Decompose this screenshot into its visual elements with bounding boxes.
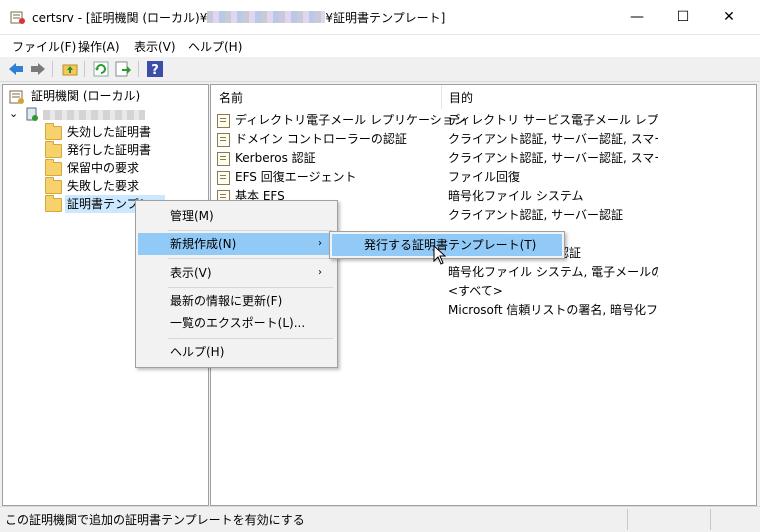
redacted-ca-label — [43, 110, 145, 120]
toolbar: ? — [0, 57, 760, 82]
context-menu: 管理(M) 新規作成(N) › 表示(V) › 最新の情報に更新(F) 一覧のエ… — [135, 200, 338, 368]
menu-separator — [168, 287, 333, 288]
new-submenu: 発行する証明書テンプレート(T) — [329, 231, 565, 259]
submenu-item-issue-template[interactable]: 発行する証明書テンプレート(T) — [332, 234, 562, 256]
column-header-purpose[interactable]: 目的 — [441, 85, 749, 109]
tree-root-label: 証明機関 (ローカル) — [31, 89, 141, 103]
up-folder-icon[interactable] — [61, 60, 79, 78]
certificate-template-icon — [217, 152, 230, 166]
column-header-name[interactable]: 名前 — [211, 85, 441, 109]
back-icon[interactable] — [7, 60, 25, 78]
status-separator — [627, 509, 628, 530]
cell-purpose: 暗号化ファイル システム — [448, 189, 584, 203]
redacted-ca-name — [207, 11, 326, 23]
table-row[interactable]: Kerberos 認証 クライアント認証, サーバー認証, スマート カー... — [211, 149, 756, 168]
menu-separator — [168, 258, 333, 259]
window-title: certsrv - [証明機関 (ローカル)¥ ¥証明書テンプレート] — [32, 9, 445, 26]
context-menu-label: 一覧のエクスポート(L)... — [170, 316, 306, 330]
context-menu-label: ヘルプ(H) — [170, 345, 225, 359]
submenu-label: 発行する証明書テンプレート(T) — [364, 238, 537, 252]
status-bar: この証明機関で追加の証明書テンプレートを有効にする — [0, 506, 760, 532]
status-text: この証明機関で追加の証明書テンプレートを有効にする — [5, 513, 305, 527]
toolbar-separator — [138, 61, 139, 77]
menu-help[interactable]: ヘルプ(H) — [188, 38, 242, 55]
table-row[interactable]: EFS 回復エージェント ファイル回復 — [211, 168, 756, 187]
menu-action[interactable]: 操作(A) — [78, 38, 120, 55]
toolbar-separator — [84, 61, 85, 77]
close-button[interactable]: ✕ — [706, 0, 752, 34]
window-title-suffix: ¥証明書テンプレート] — [325, 11, 446, 25]
help-icon[interactable]: ? — [146, 60, 164, 78]
menu-separator — [168, 338, 333, 339]
context-menu-label: 新規作成(N) — [170, 237, 237, 251]
cell-name: Kerberos 認証 — [235, 151, 316, 165]
cell-purpose: クライアント認証, サーバー認証, スマート カー... — [448, 132, 658, 146]
context-menu-item-new[interactable]: 新規作成(N) › — [138, 233, 335, 255]
menu-view[interactable]: 表示(V) — [134, 38, 176, 55]
context-menu-label: 表示(V) — [170, 266, 212, 280]
minimize-button[interactable]: — — [614, 0, 660, 34]
certsrv-app-icon — [10, 11, 25, 24]
refresh-icon[interactable] — [92, 60, 110, 78]
submenu-arrow-icon: › — [318, 267, 322, 278]
forward-icon[interactable] — [29, 60, 47, 78]
context-menu-item-help[interactable]: ヘルプ(H) — [138, 341, 335, 363]
table-row[interactable]: ドメイン コントローラーの認証 クライアント認証, サーバー認証, スマート カ… — [211, 130, 756, 149]
context-menu-item-refresh[interactable]: 最新の情報に更新(F) — [138, 290, 335, 312]
cell-purpose: Microsoft 信頼リストの署名, 暗号化ファイ... — [448, 303, 658, 317]
context-menu-label: 最新の情報に更新(F) — [170, 294, 283, 308]
folder-icon — [45, 177, 62, 194]
certificate-template-icon — [217, 171, 230, 185]
certificate-authority-icon — [9, 90, 24, 104]
toolbar-separator — [52, 61, 53, 77]
mouse-pointer-icon — [433, 245, 447, 265]
cell-purpose: 暗号化ファイル システム, 電子メールの保護, ... — [448, 265, 658, 279]
cell-purpose: 認証 — [557, 246, 582, 260]
context-menu-item-manage[interactable]: 管理(M) — [138, 205, 335, 227]
cell-purpose: <すべて> — [448, 284, 503, 298]
menu-bar: ファイル(F) 操作(A) 表示(V) ヘルプ(H) — [0, 35, 760, 57]
table-row[interactable]: ディレクトリ電子メール レプリケーション ディレクトリ サービス電子メール レプ… — [211, 111, 756, 130]
cell-name: EFS 回復エージェント — [235, 170, 357, 184]
cell-purpose: ファイル回復 — [448, 170, 521, 184]
tree-item-label: 失敗した要求 — [67, 179, 140, 193]
context-menu-item-view[interactable]: 表示(V) › — [138, 262, 335, 284]
folder-icon — [45, 159, 62, 176]
tree-item-label: 発行した証明書 — [67, 143, 152, 157]
cell-name: ドメイン コントローラーの認証 — [235, 132, 407, 146]
tree-item-label: 保留中の要求 — [67, 161, 140, 175]
context-menu-label: 管理(M) — [170, 209, 214, 223]
maximize-button[interactable]: ☐ — [660, 0, 706, 34]
folder-icon — [45, 195, 62, 212]
chevron-down-icon[interactable]: ⌄ — [9, 105, 18, 123]
submenu-arrow-icon: › — [318, 238, 322, 249]
svg-text:?: ? — [151, 63, 159, 78]
cell-name: ディレクトリ電子メール レプリケーション — [235, 113, 466, 127]
cell-purpose: ディレクトリ サービス電子メール レプリケーション — [448, 113, 658, 127]
tree-item-label: 失効した証明書 — [67, 125, 152, 139]
menu-separator — [168, 230, 333, 231]
export-icon[interactable] — [114, 60, 132, 78]
ca-server-icon — [26, 107, 38, 121]
cell-purpose: クライアント認証, サーバー認証 — [448, 208, 624, 222]
folder-icon — [45, 123, 62, 140]
context-menu-item-export-list[interactable]: 一覧のエクスポート(L)... — [138, 312, 335, 334]
title-bar: certsrv - [証明機関 (ローカル)¥ ¥証明書テンプレート] — ☐ ✕ — [0, 0, 760, 35]
certificate-template-icon — [217, 133, 230, 147]
window-title-prefix: certsrv - [証明機関 (ローカル)¥ — [32, 11, 208, 25]
status-separator — [710, 509, 711, 530]
menu-file[interactable]: ファイル(F) — [12, 38, 76, 55]
folder-icon — [45, 141, 62, 158]
cell-purpose: クライアント認証, サーバー認証, スマート カー... — [448, 151, 658, 165]
certificate-template-icon — [217, 114, 230, 128]
